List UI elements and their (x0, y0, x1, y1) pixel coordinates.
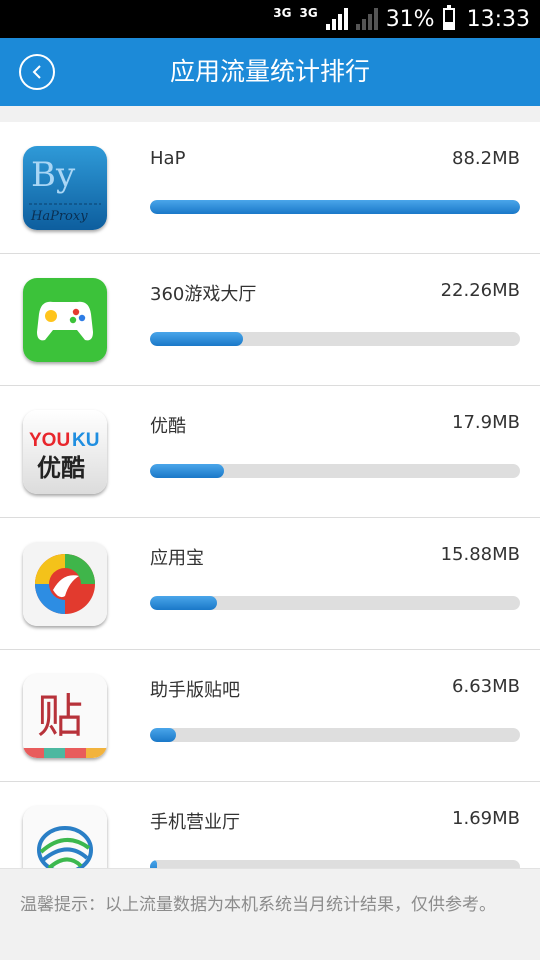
battery-icon (442, 5, 455, 30)
app-name: 优酷 (150, 416, 186, 437)
svg-text:By: By (31, 155, 76, 195)
app-traffic-size: 22.26MB (440, 280, 520, 301)
app-name: HaP (150, 148, 186, 169)
tieba-app-icon: 贴 (23, 674, 107, 758)
clock: 13:33 (466, 6, 530, 32)
app-traffic-size: 6.63MB (452, 676, 520, 697)
app-name: 手机营业厅 (150, 812, 240, 833)
traffic-bar-fill (150, 596, 217, 610)
traffic-bar (150, 596, 520, 610)
traffic-bar (150, 200, 520, 214)
360-game-hall-app-icon (23, 278, 107, 362)
app-name: 助手版贴吧 (150, 680, 240, 701)
page-title: 应用流量统计排行 (169, 57, 370, 86)
svg-text:贴: 贴 (37, 689, 83, 743)
app-row-360-game-hall[interactable]: 360游戏大厅 22.26MB (0, 254, 540, 386)
battery-percent: 31% (385, 6, 435, 32)
app-traffic-size: 17.9MB (452, 412, 520, 433)
haproxy-app-icon: By HaProxy (23, 146, 107, 230)
app-row-tieba[interactable]: 贴 助手版贴吧 6.63MB (0, 650, 540, 782)
footer-tip: 温馨提示：以上流量数据为本机系统当月统计结果，仅供参考。 (0, 868, 540, 960)
traffic-bar (150, 332, 520, 346)
back-arrow-icon (32, 65, 41, 79)
app-name: 应用宝 (150, 548, 204, 569)
signal-strength-icon (325, 8, 348, 30)
traffic-bar-fill (150, 728, 176, 742)
svg-text:KU: KU (72, 430, 99, 451)
traffic-bar-fill (150, 464, 224, 478)
app-traffic-size: 15.88MB (440, 544, 520, 565)
app-traffic-size: 1.69MB (452, 808, 520, 829)
network-type-1: 3G (273, 6, 292, 20)
signal-strength-secondary-icon (355, 8, 378, 30)
network-type-2: 3G (299, 6, 318, 20)
svg-text:优酷: 优酷 (37, 454, 85, 482)
youku-app-icon: YOU KU 优酷 (23, 410, 107, 494)
title-bar: 应用流量统计排行 (0, 38, 540, 106)
traffic-bar-fill (150, 200, 520, 214)
app-traffic-size: 88.2MB (452, 148, 520, 169)
traffic-bar (150, 464, 520, 478)
traffic-bar (150, 728, 520, 742)
app-row-hap[interactable]: By HaProxy HaP 88.2MB (0, 122, 540, 254)
app-traffic-list[interactable]: By HaProxy HaP 88.2MB 360游戏大厅 22.26MB YO… (0, 122, 540, 868)
status-bar: 3G 3G 31% 13:33 (0, 0, 540, 38)
china-mobile-app-icon (23, 806, 107, 868)
traffic-bar-fill (150, 332, 243, 346)
app-row-youku[interactable]: YOU KU 优酷 优酷 17.9MB (0, 386, 540, 518)
svg-text:HaProxy: HaProxy (30, 209, 88, 224)
yingyongbao-app-icon (23, 542, 107, 626)
app-row-china-mobile[interactable]: 手机营业厅 1.69MB (0, 782, 540, 868)
back-button[interactable] (19, 54, 55, 90)
svg-text:YOU: YOU (29, 430, 70, 451)
traffic-bar-fill (150, 860, 158, 868)
app-row-yingyongbao[interactable]: 应用宝 15.88MB (0, 518, 540, 650)
app-name: 360游戏大厅 (150, 284, 257, 305)
traffic-bar (150, 860, 520, 868)
